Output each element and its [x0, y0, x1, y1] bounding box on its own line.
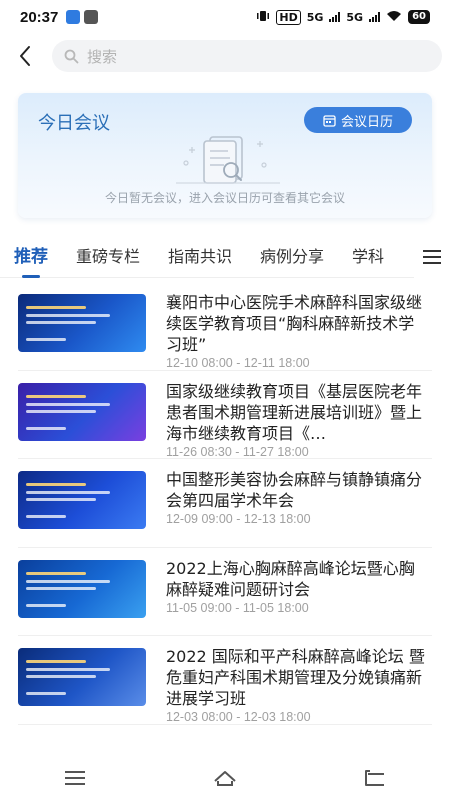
chevron-left-icon: [20, 46, 30, 66]
thumbnail-decoration: [26, 692, 66, 695]
status-indicators: HD 5G 5G 60: [256, 9, 430, 25]
thumbnail-decoration: [26, 321, 96, 324]
meeting-title: 国家级继续教育项目《基层医院老年患者围术期管理新进展培训班》暨上海市继续教育项目…: [166, 381, 423, 443]
return-icon: [365, 770, 384, 786]
meeting-date: 11-26 08:30 - 11-27 18:00: [166, 444, 309, 459]
meeting-title: 中国整形美容协会麻醉与镇静镇痛分会第四届学术年会: [166, 470, 423, 510]
thumbnail-decoration: [26, 402, 110, 406]
meeting-thumbnail: [18, 294, 146, 352]
meeting-date: 12-09 09:00 - 12-13 18:00: [166, 512, 311, 526]
home-icon: [214, 771, 236, 786]
thumbnail-decoration: [26, 586, 96, 590]
thumbnail-decoration: [26, 603, 66, 607]
meeting-thumbnail: [18, 559, 146, 618]
tab-guidelines[interactable]: 指南共识: [168, 236, 232, 278]
menu-lines-icon: [65, 771, 85, 785]
signal-icon-1: [329, 12, 341, 22]
thumbnail-decoration: [26, 314, 110, 317]
thumbnail-decoration: [26, 515, 66, 518]
meeting-thumbnail: [18, 382, 146, 441]
meeting-thumbnail: [18, 471, 146, 529]
status-bar: 20:37 HD 5G 5G 60: [0, 0, 450, 34]
meeting-thumbnail: [18, 648, 146, 706]
meeting-date: 11-05 09:00 - 11-05 18:00: [166, 600, 309, 615]
empty-document-illustration: [176, 136, 280, 184]
hamburger-menu-icon: [423, 250, 441, 264]
back-button[interactable]: [0, 38, 50, 74]
app-notification-icon: [66, 10, 81, 24]
thumbnail-decoration: [26, 498, 96, 501]
search-input[interactable]: 搜索: [52, 40, 442, 72]
meeting-calendar-button[interactable]: 会议日历: [304, 107, 412, 133]
top-bar: 搜索: [0, 38, 450, 74]
meeting-card-title: 今日会议: [38, 113, 110, 134]
list-item[interactable]: 襄阳市中心医院手术麻醉科国家级继续医学教育项目“胸科麻醉新技术学习班” 12-10…: [18, 282, 432, 371]
recent-apps-button[interactable]: [45, 758, 105, 798]
thumbnail-decoration: [26, 409, 96, 413]
message-notification-icon: [84, 10, 99, 24]
meeting-title: 2022上海心胸麻醉高峰论坛暨心胸麻醉疑难问题研讨会: [166, 558, 415, 599]
battery-icon: 60: [408, 10, 430, 24]
wifi-icon: [386, 10, 402, 25]
meeting-date: 12-10 08:00 - 12-11 18:00: [166, 356, 310, 370]
status-time: 20:37: [20, 8, 59, 26]
tabs-scroll: 推荐 重磅专栏 指南共识 病例分享 学科: [0, 236, 418, 278]
meeting-title: 2022 国际和平产科麻醉高峰论坛 暨危重妇产科围术期管理及分娩镇痛新进展学习班: [166, 647, 425, 708]
tabs-menu-button[interactable]: [414, 236, 450, 278]
meeting-title: 襄阳市中心医院手术麻醉科国家级继续医学教育项目“胸科麻醉新技术学习班”: [166, 293, 423, 354]
tab-discipline[interactable]: 学科: [352, 236, 384, 278]
list-item[interactable]: 2022上海心胸麻醉高峰论坛暨心胸麻醉疑难问题研讨会 11-05 09:00 - …: [18, 548, 432, 636]
meeting-list: 襄阳市中心医院手术麻醉科国家级继续医学教育项目“胸科麻醉新技术学习班” 12-10…: [0, 282, 450, 725]
home-button[interactable]: [195, 758, 255, 798]
thumbnail-decoration: [26, 338, 66, 341]
thumbnail-decoration: [26, 426, 66, 430]
list-item[interactable]: 2022 国际和平产科麻醉高峰论坛 暨危重妇产科围术期管理及分娩镇痛新进展学习班…: [18, 636, 432, 725]
hd-label: HD: [276, 9, 301, 25]
today-meeting-card: 今日会议 会议日历 今日暂无会议，进入会议日历可查看其它会议: [18, 93, 432, 218]
thumbnail-decoration: [26, 306, 86, 309]
thumbnail-decoration: [26, 394, 86, 398]
list-item[interactable]: 中国整形美容协会麻醉与镇静镇痛分会第四届学术年会 12-09 09:00 - 12…: [18, 459, 432, 548]
system-navigation-bar: [0, 756, 450, 800]
search-icon: [64, 49, 79, 63]
tab-featured-column[interactable]: 重磅专栏: [76, 236, 140, 278]
meeting-date: 12-03 08:00 - 12-03 18:00: [166, 710, 311, 724]
meeting-calendar-label: 会议日历: [340, 114, 393, 130]
list-item[interactable]: 国家级继续教育项目《基层医院老年患者围术期管理新进展培训班》暨上海市继续教育项目…: [18, 371, 432, 459]
search-placeholder: 搜索: [87, 47, 118, 66]
thumbnail-decoration: [26, 660, 86, 663]
calendar-icon: [323, 114, 336, 127]
thumbnail-decoration: [26, 483, 86, 486]
signal-label-1: 5G: [306, 10, 324, 24]
tab-recommend[interactable]: 推荐: [14, 236, 48, 278]
thumbnail-decoration: [26, 668, 110, 671]
thumbnail-decoration: [26, 491, 110, 494]
thumbnail-decoration: [26, 579, 110, 583]
back-nav-button[interactable]: [345, 758, 405, 798]
category-tabs: 推荐 重磅专栏 指南共识 病例分享 学科: [0, 236, 450, 278]
signal-label-2: 5G: [346, 10, 364, 24]
meeting-empty-text: 今日暂无会议，进入会议日历可查看其它会议: [104, 191, 345, 205]
vibrate-icon: [256, 10, 270, 25]
thumbnail-decoration: [26, 571, 86, 575]
signal-icon-2: [369, 12, 381, 22]
tab-case-sharing[interactable]: 病例分享: [260, 236, 324, 278]
thumbnail-decoration: [26, 675, 96, 678]
